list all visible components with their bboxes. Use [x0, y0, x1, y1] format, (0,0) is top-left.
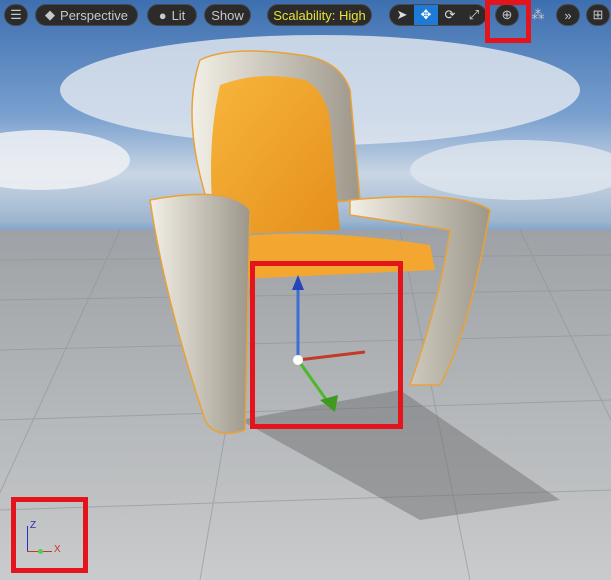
rotate-icon: ⟳ — [444, 7, 456, 22]
perspective-button[interactable]: ◆ Perspective — [35, 4, 138, 26]
viewport-menu-button[interactable]: ☰ — [4, 4, 28, 26]
highlight-globe — [485, 0, 531, 43]
hamburger-icon: ☰ — [10, 7, 22, 22]
surface-snap-icon: ⁂ — [531, 7, 545, 22]
move-icon: ✥ — [420, 7, 432, 22]
scale-icon: ⤢ — [468, 7, 480, 22]
cursor-icon: ➤ — [396, 7, 408, 22]
show-label: Show — [211, 7, 244, 23]
axis-indicator: Z X — [26, 520, 76, 560]
lit-label: Lit — [171, 7, 186, 23]
cloud — [410, 140, 611, 200]
x-axis-label: X — [54, 544, 61, 555]
scale-tool-button[interactable]: ⤢ — [462, 5, 486, 25]
more-button[interactable]: » — [556, 4, 580, 26]
scalability-label: Scalability: High — [273, 7, 366, 23]
show-button[interactable]: Show — [204, 4, 251, 26]
transform-tools: ➤ ✥ ⟳ ⤢ — [389, 4, 487, 26]
layout-button[interactable]: ⊞ — [586, 4, 610, 26]
select-tool-button[interactable]: ➤ — [390, 5, 414, 25]
scalability-button[interactable]: Scalability: High — [267, 4, 372, 26]
more-label: » — [564, 7, 572, 23]
grid-layout-icon: ⊞ — [592, 7, 604, 22]
perspective-label: Perspective — [60, 7, 128, 23]
viewport[interactable]: ☰ ◆ Perspective ● Lit Show Scalability: Hi… — [0, 0, 611, 580]
highlight-gizmo — [250, 261, 403, 429]
lit-button[interactable]: ● Lit — [147, 4, 197, 26]
sphere-icon: ● — [158, 7, 167, 23]
cloud — [0, 130, 130, 190]
rotate-tool-button[interactable]: ⟳ — [438, 5, 462, 25]
z-axis-label: Z — [30, 520, 37, 531]
translate-tool-button[interactable]: ✥ — [414, 5, 438, 25]
cube-icon: ◆ — [45, 7, 56, 22]
